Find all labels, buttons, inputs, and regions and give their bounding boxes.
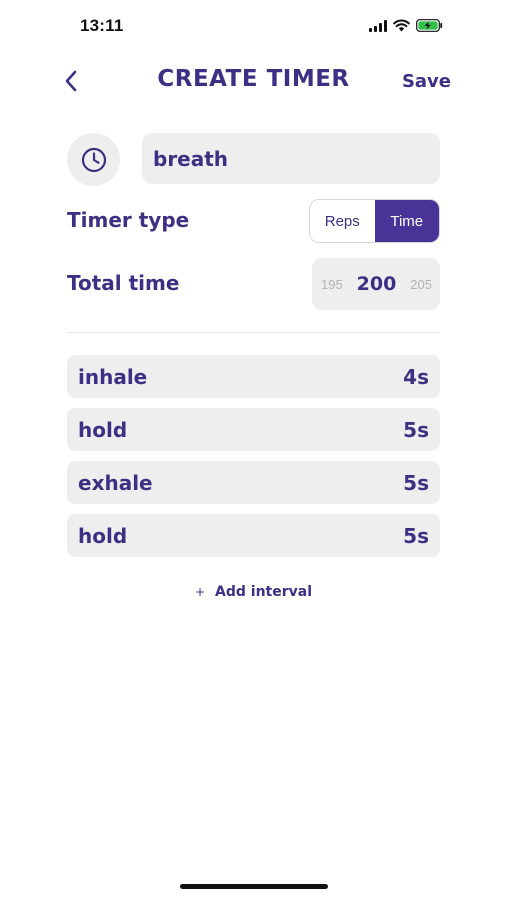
interval-name: inhale — [78, 364, 148, 389]
status-icons — [369, 19, 443, 32]
total-time-picker[interactable]: 195 200 205 — [312, 258, 440, 310]
add-interval-button[interactable]: + Add interval — [0, 584, 507, 600]
status-bar: 13:11 — [0, 0, 507, 54]
plus-icon: + — [194, 585, 206, 599]
interval-name: hold — [78, 523, 128, 548]
total-time-label: Total time — [67, 271, 180, 295]
add-interval-label: Add interval — [215, 584, 313, 600]
signal-icon — [369, 19, 387, 32]
interval-duration: 5s — [403, 417, 429, 442]
picker-current-value: 200 — [356, 273, 397, 295]
timer-icon-button[interactable] — [67, 133, 120, 186]
interval-item[interactable]: hold 5s — [67, 514, 440, 557]
timer-type-toggle: Reps Time — [309, 199, 440, 243]
picker-previous-value: 195 — [321, 276, 343, 292]
interval-duration: 4s — [403, 364, 429, 389]
save-button[interactable]: Save — [402, 71, 451, 92]
divider — [67, 332, 440, 333]
nav-header: CREATE TIMER Save — [0, 56, 507, 106]
interval-name: exhale — [78, 470, 153, 495]
picker-next-value: 205 — [410, 276, 432, 292]
wifi-icon — [393, 19, 410, 32]
interval-item[interactable]: exhale 5s — [67, 461, 440, 504]
timer-type-reps-option[interactable]: Reps — [310, 200, 375, 242]
home-indicator — [180, 884, 328, 889]
timer-type-label: Timer type — [67, 208, 190, 232]
clock-icon — [81, 147, 106, 172]
interval-item[interactable]: hold 5s — [67, 408, 440, 451]
status-time: 13:11 — [80, 16, 124, 35]
interval-duration: 5s — [403, 470, 429, 495]
interval-item[interactable]: inhale 4s — [67, 355, 440, 398]
timer-name-input[interactable]: breath — [142, 133, 440, 184]
interval-duration: 5s — [403, 523, 429, 548]
interval-name: hold — [78, 417, 128, 442]
create-timer-screen: 13:11 CREATE TIMER Save breath Timer typ… — [0, 0, 507, 900]
battery-charging-icon — [416, 19, 443, 32]
timer-type-time-option[interactable]: Time — [374, 200, 439, 242]
